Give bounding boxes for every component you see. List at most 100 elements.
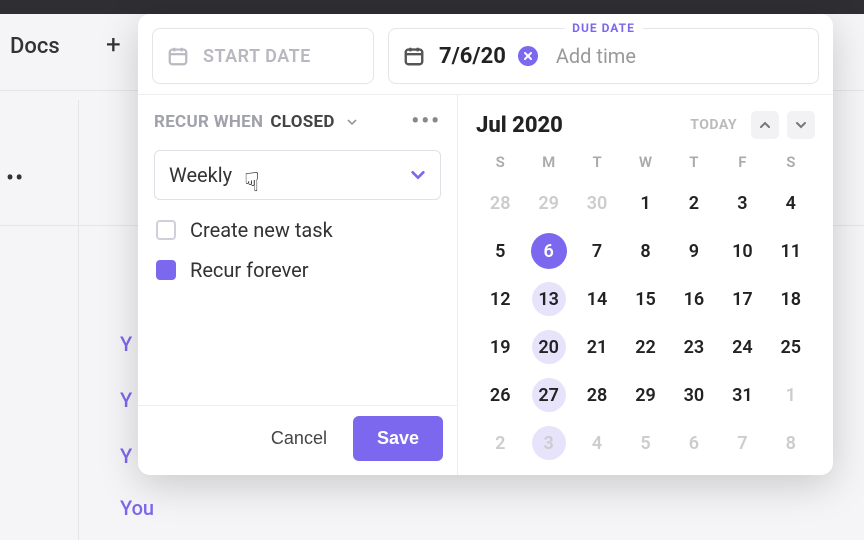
calendar-day[interactable]: 27	[524, 373, 572, 417]
chevron-up-icon	[759, 119, 771, 131]
due-date-value: 7/6/20	[439, 44, 506, 69]
prev-month-button[interactable]	[751, 111, 779, 139]
calendar-day[interactable]: 15	[621, 277, 669, 321]
option-label: Recur forever	[190, 258, 309, 282]
footer-actions: Cancel Save	[138, 405, 457, 475]
calendar-day[interactable]: 21	[573, 325, 621, 369]
calendar-day[interactable]: 29	[524, 181, 572, 225]
calendar-day[interactable]: 1	[767, 373, 815, 417]
weekday-header: W	[621, 153, 669, 171]
calendar-header: Jul 2020 TODAY	[476, 111, 815, 139]
activity-item: Y	[120, 444, 132, 468]
date-picker-popover: START DATE DUE DATE 7/6/20 Add time RECU…	[138, 14, 833, 475]
activity-item: Y	[120, 388, 132, 412]
weekday-header: M	[524, 153, 572, 171]
calendar-day[interactable]: 30	[670, 373, 718, 417]
calendar-day[interactable]: 28	[573, 373, 621, 417]
calendar-day[interactable]: 25	[767, 325, 815, 369]
due-date-label: DUE DATE	[564, 21, 643, 35]
calendar-day[interactable]: 2	[670, 181, 718, 225]
more-icon[interactable]: ••	[6, 164, 24, 192]
calendar-day[interactable]: 7	[718, 421, 766, 465]
sidebar-divider	[78, 100, 79, 540]
calendar-day[interactable]: 10	[718, 229, 766, 273]
chevron-down-icon	[795, 119, 807, 131]
weekday-header: F	[718, 153, 766, 171]
checkbox-icon[interactable]	[156, 220, 176, 240]
calendar-day[interactable]: 3	[718, 181, 766, 225]
checkbox-checked-icon[interactable]	[156, 260, 176, 280]
recur-header: RECUR WHEN CLOSED •••	[154, 109, 441, 134]
frequency-value: Weekly	[169, 163, 232, 187]
calendar-day[interactable]: 17	[718, 277, 766, 321]
calendar-day[interactable]: 18	[767, 277, 815, 321]
weekday-headers: SMTWTFS	[476, 153, 815, 171]
chevron-down-icon	[410, 167, 426, 183]
start-date-placeholder: START DATE	[203, 46, 311, 67]
calendar-day[interactable]: 6	[524, 229, 572, 273]
add-icon[interactable]: +	[106, 30, 121, 60]
calendar-day[interactable]: 16	[670, 277, 718, 321]
calendar-day[interactable]: 26	[476, 373, 524, 417]
calendar-day[interactable]: 4	[767, 181, 815, 225]
chevron-down-icon	[347, 117, 357, 127]
activity-item: Y	[120, 332, 132, 356]
calendar-day[interactable]: 5	[621, 421, 669, 465]
calendar-day[interactable]: 19	[476, 325, 524, 369]
weekday-header: S	[476, 153, 524, 171]
calendar-day[interactable]: 28	[476, 181, 524, 225]
calendar-day[interactable]: 7	[573, 229, 621, 273]
calendar-day[interactable]: 24	[718, 325, 766, 369]
start-date-input[interactable]: START DATE	[152, 28, 374, 84]
app-topbar	[0, 0, 864, 14]
calendar-day[interactable]: 4	[573, 421, 621, 465]
weekday-header: T	[573, 153, 621, 171]
calendar-day[interactable]: 8	[767, 421, 815, 465]
calendar-day[interactable]: 30	[573, 181, 621, 225]
calendar-day[interactable]: 3	[524, 421, 572, 465]
month-title: Jul 2020	[476, 113, 563, 138]
activity-item: You	[120, 496, 154, 520]
recur-when-dropdown[interactable]: RECUR WHEN CLOSED	[154, 112, 357, 132]
calendar-day[interactable]: 11	[767, 229, 815, 273]
calendar-day[interactable]: 2	[476, 421, 524, 465]
next-month-button[interactable]	[787, 111, 815, 139]
calendar-nav: TODAY	[684, 111, 815, 139]
calendar-day[interactable]: 8	[621, 229, 669, 273]
today-button[interactable]: TODAY	[684, 113, 743, 137]
recur-forever-option[interactable]: Recur forever	[154, 258, 441, 282]
calendar-day[interactable]: 14	[573, 277, 621, 321]
calendar-day[interactable]: 20	[524, 325, 572, 369]
calendar-day[interactable]: 12	[476, 277, 524, 321]
calendar-day[interactable]: 23	[670, 325, 718, 369]
calendar-day[interactable]: 13	[524, 277, 572, 321]
calendar-day[interactable]: 5	[476, 229, 524, 273]
option-label: Create new task	[190, 218, 333, 242]
calendar-icon	[167, 45, 189, 67]
recur-state: CLOSED	[270, 112, 334, 132]
recurrence-panel: RECUR WHEN CLOSED ••• Weekly Create new …	[138, 95, 458, 475]
docs-tab[interactable]: Docs	[0, 30, 70, 63]
create-new-task-option[interactable]: Create new task	[154, 218, 441, 242]
calendar-panel: Jul 2020 TODAY SMTWTFS 28293012345678910…	[458, 95, 833, 475]
calendar-day[interactable]: 6	[670, 421, 718, 465]
calendar-day[interactable]: 1	[621, 181, 669, 225]
more-options-icon[interactable]: •••	[411, 109, 441, 134]
calendar-days-grid: 2829301234567891011121314151617181920212…	[476, 181, 815, 465]
frequency-select[interactable]: Weekly	[154, 150, 441, 200]
main-panel: RECUR WHEN CLOSED ••• Weekly Create new …	[138, 94, 833, 475]
clear-due-date-button[interactable]	[518, 46, 538, 66]
calendar-day[interactable]: 9	[670, 229, 718, 273]
cancel-button[interactable]: Cancel	[253, 418, 345, 459]
due-date-input[interactable]: DUE DATE 7/6/20 Add time	[388, 28, 819, 84]
save-button[interactable]: Save	[353, 416, 443, 461]
calendar-icon	[403, 45, 425, 67]
calendar-day[interactable]: 31	[718, 373, 766, 417]
calendar-day[interactable]: 29	[621, 373, 669, 417]
weekday-header: T	[670, 153, 718, 171]
date-inputs-row: START DATE DUE DATE 7/6/20 Add time	[138, 14, 833, 94]
weekday-header: S	[767, 153, 815, 171]
add-time-button[interactable]: Add time	[556, 44, 636, 68]
close-icon	[523, 51, 533, 61]
calendar-day[interactable]: 22	[621, 325, 669, 369]
